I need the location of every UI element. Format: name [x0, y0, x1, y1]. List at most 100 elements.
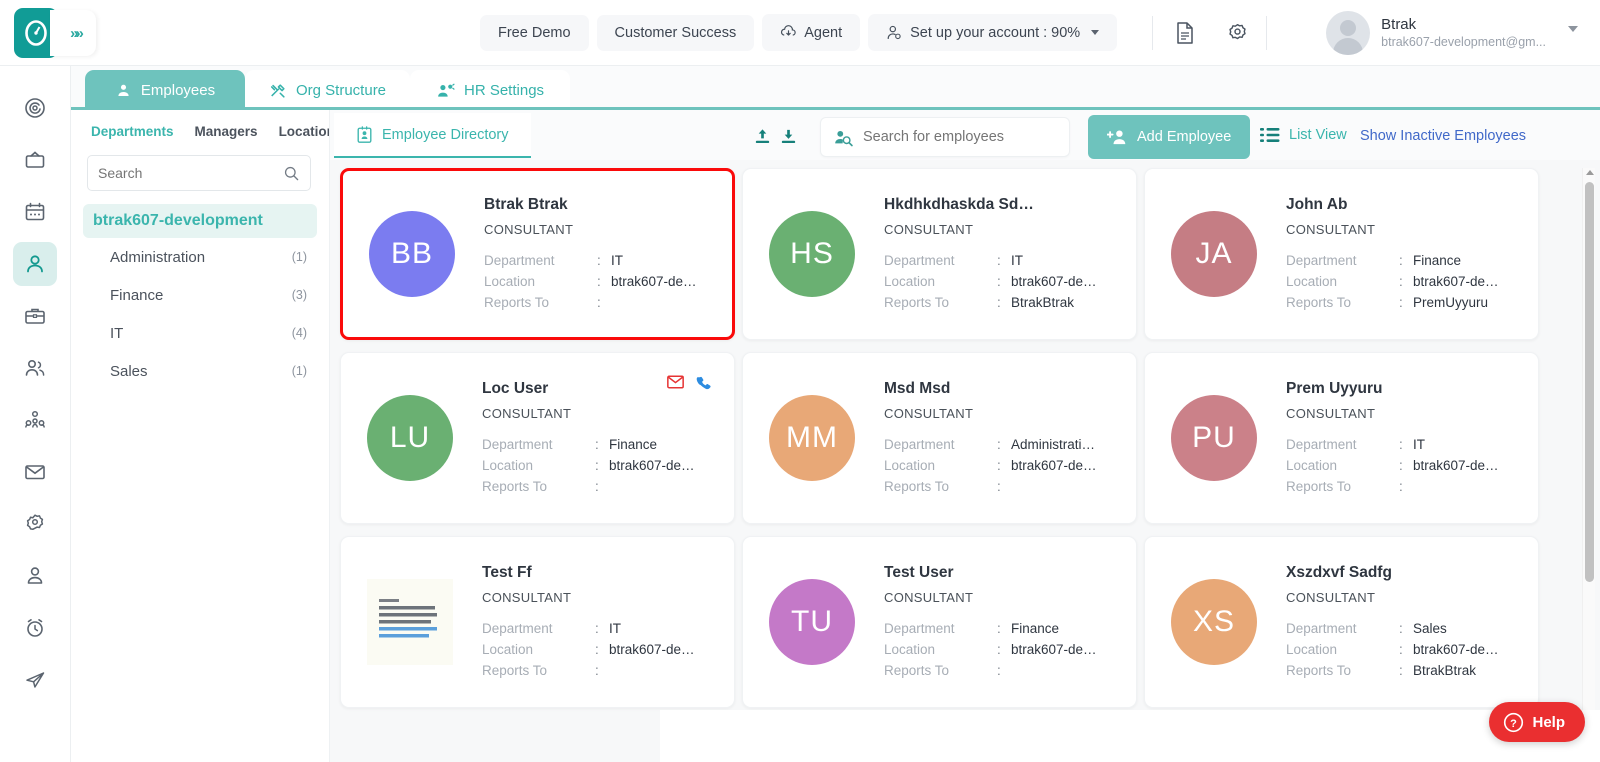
field-value-reports-to: PremUyyuru — [1413, 292, 1488, 313]
search-icon — [283, 165, 300, 182]
department-search-box[interactable] — [87, 155, 311, 191]
sidebar-item-employees[interactable] — [13, 242, 57, 286]
upload-button[interactable] — [750, 124, 774, 148]
field-value-location: btrak607-de… — [1413, 455, 1499, 476]
field-value-reports-to: BtrakBtrak — [1011, 292, 1074, 313]
employee-card-test-user[interactable]: TU Test User CONSULTANT Department:Finan… — [742, 536, 1137, 708]
top-bar: »» Free Demo Customer Success Agent — [0, 0, 1600, 66]
application-window: »» Free Demo Customer Success Agent — [0, 0, 1600, 762]
employee-search-box[interactable] — [820, 117, 1070, 157]
field-label-reports-to: Reports To — [1286, 476, 1399, 497]
sidebar-item-calendar[interactable] — [13, 190, 57, 234]
department-item-sales[interactable]: Sales (1) — [71, 352, 329, 390]
employee-card-grid: BB Btrak Btrak CONSULTANT Department:IT … — [330, 160, 1570, 762]
field-value-department: IT — [611, 250, 623, 271]
colon: : — [1399, 292, 1413, 313]
chevron-down-icon[interactable] — [1568, 26, 1578, 32]
sidebar-item-profile[interactable] — [13, 554, 57, 598]
document-icon — [1174, 21, 1196, 45]
employee-name: Test Ff — [482, 564, 716, 582]
sidebar-item-dashboard[interactable] — [13, 86, 57, 130]
dashboard-spiral-icon — [23, 96, 47, 120]
field-label-location: Location — [482, 455, 595, 476]
left-tab-managers[interactable]: Managers — [195, 124, 258, 139]
upload-icon — [753, 127, 772, 146]
department-item-it[interactable]: IT (4) — [71, 314, 329, 352]
field-value-department: Administrati… — [1011, 434, 1095, 455]
customer-success-button[interactable]: Customer Success — [597, 15, 755, 51]
employee-role: CONSULTANT — [482, 406, 716, 421]
org-chart-icon — [23, 408, 47, 432]
field-value-department: Finance — [1011, 618, 1059, 639]
field-label-reports-to: Reports To — [482, 476, 595, 497]
content-scrollbar[interactable] — [1582, 168, 1595, 758]
field-value-location: btrak607-de… — [609, 639, 695, 660]
add-employee-button[interactable]: Add Employee — [1088, 115, 1250, 159]
sidebar-expand-button[interactable]: »» — [50, 10, 96, 56]
employee-search-input[interactable] — [863, 129, 1057, 145]
field-label-location: Location — [1286, 271, 1399, 292]
free-demo-button[interactable]: Free Demo — [480, 15, 589, 51]
employee-card-test-ff[interactable]: Test Ff CONSULTANT Department:IT Locatio… — [340, 536, 735, 708]
sidebar-item-teams[interactable] — [13, 346, 57, 390]
employee-card-btrak-btrak[interactable]: BB Btrak Btrak CONSULTANT Department:IT … — [340, 168, 735, 340]
scroll-up-arrow-icon[interactable] — [1586, 170, 1594, 175]
avatar: XS — [1171, 579, 1257, 665]
tab-employee-directory[interactable]: Employee Directory — [334, 113, 531, 158]
tab-org-structure[interactable]: Org Structure — [245, 70, 410, 111]
sidebar-item-broadcast[interactable] — [13, 138, 57, 182]
help-button[interactable]: ? Help — [1489, 702, 1585, 742]
department-search-input[interactable] — [98, 165, 283, 181]
colon: : — [997, 455, 1011, 476]
left-tab-locations[interactable]: Locations — [279, 124, 329, 139]
colon: : — [997, 292, 1011, 313]
colon: : — [1399, 434, 1413, 455]
mail-icon[interactable] — [667, 375, 684, 389]
icon-rail — [0, 66, 71, 762]
list-view-toggle[interactable]: List View — [1260, 127, 1347, 143]
scrollbar-thumb[interactable] — [1585, 182, 1594, 582]
department-item-finance[interactable]: Finance (3) — [71, 276, 329, 314]
employee-card-hkdhkdhaskda[interactable]: HS Hkdhkdhaskda Sd… CONSULTANT Departmen… — [742, 168, 1137, 340]
employee-card-msd-msd[interactable]: MM Msd Msd CONSULTANT Department:Adminis… — [742, 352, 1137, 524]
download-button[interactable] — [776, 124, 800, 148]
field-value-department: IT — [1011, 250, 1023, 271]
employee-card-xszdxvf-sadfg[interactable]: XS Xszdxvf Sadfg CONSULTANT Department:S… — [1144, 536, 1539, 708]
phone-icon[interactable] — [696, 375, 712, 391]
employee-role: CONSULTANT — [1286, 406, 1520, 421]
user-search-icon — [833, 128, 853, 147]
tab-employees[interactable]: Employees — [85, 70, 245, 111]
employee-card-prem-uyyuru[interactable]: PU Prem Uyyuru CONSULTANT Department:IT … — [1144, 352, 1539, 524]
settings-button[interactable] — [1220, 16, 1254, 50]
documents-button[interactable] — [1168, 16, 1202, 50]
field-label-reports-to: Reports To — [482, 660, 595, 681]
customer-success-label: Customer Success — [615, 25, 737, 41]
field-label-reports-to: Reports To — [1286, 292, 1399, 313]
department-item-administration[interactable]: Administration (1) — [71, 238, 329, 276]
sidebar-item-mail[interactable] — [13, 450, 57, 494]
sidebar-item-settings[interactable] — [13, 502, 57, 546]
avatar: PU — [1171, 395, 1257, 481]
show-inactive-employees-link[interactable]: Show Inactive Employees — [1360, 128, 1526, 144]
colon: : — [997, 250, 1011, 271]
employee-card-john-ab[interactable]: JA John Ab CONSULTANT Department:Finance… — [1144, 168, 1539, 340]
send-navigation-icon — [23, 668, 47, 692]
avatar: JA — [1171, 211, 1257, 297]
employee-card-loc-user[interactable]: LU Loc User CONSULTANT Department:Financ… — [340, 352, 735, 524]
department-count: (1) — [292, 250, 307, 264]
tab-org-structure-label: Org Structure — [296, 82, 386, 99]
department-root-node[interactable]: btrak607-development — [83, 204, 317, 238]
sidebar-item-org-chart[interactable] — [13, 398, 57, 442]
user-account-menu[interactable]: Btrak btrak607-development@gm... — [1326, 11, 1546, 55]
field-label-department: Department — [884, 434, 997, 455]
sidebar-item-send[interactable] — [13, 658, 57, 702]
tab-hr-settings[interactable]: HR Settings — [410, 70, 570, 111]
employee-person-icon — [23, 252, 47, 276]
agent-button[interactable]: Agent — [762, 14, 860, 51]
left-tab-departments[interactable]: Departments — [91, 124, 174, 139]
avatar: BB — [369, 211, 455, 297]
sidebar-item-jobs[interactable] — [13, 294, 57, 338]
setup-account-button[interactable]: Set up your account : 90% — [868, 14, 1117, 51]
employee-name: Xszdxvf Sadfg — [1286, 564, 1520, 582]
sidebar-item-attendance[interactable] — [13, 606, 57, 650]
